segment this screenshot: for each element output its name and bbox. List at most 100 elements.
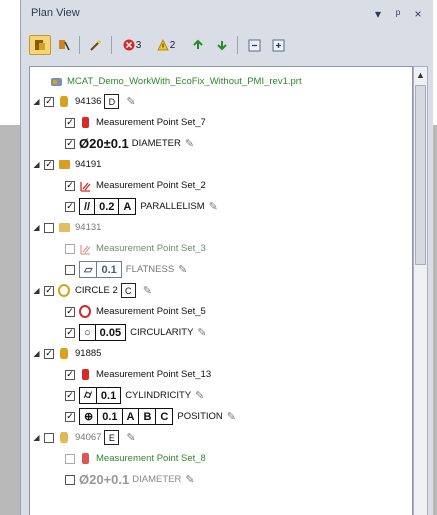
tree-item-circularity[interactable]: ✓ ○ 0.05 CIRCULARITY ✎ — [62, 322, 207, 343]
pencil-icon[interactable]: ✎ — [185, 473, 194, 486]
expand-chevron-icon[interactable]: ◢ — [32, 160, 41, 169]
expand-chevron-icon[interactable]: ◢ — [32, 349, 41, 358]
warning-filter-button[interactable]: 2 — [151, 35, 181, 55]
item-checkbox[interactable]: ✓ — [65, 180, 75, 191]
feature-control-frame: ⊕ 0.1 A B C — [79, 408, 174, 425]
item-checkbox[interactable] — [65, 453, 75, 464]
item-label: Measurement Point Set_8 — [96, 453, 206, 464]
circle-feature-icon — [58, 284, 70, 298]
item-checkbox[interactable] — [65, 474, 75, 485]
feature-control-frame: // 0.2 A — [79, 198, 137, 215]
tree-item-mps8[interactable]: Measurement Point Set_8 — [62, 448, 206, 469]
tree-item-diameter-1[interactable]: ✓ Ø20±0.1 DIAMETER ✎ — [62, 133, 194, 154]
characteristic-type: CYLINDRICITY — [125, 390, 192, 401]
node-label: 94191 — [75, 159, 102, 170]
expand-chevron-icon[interactable]: ◢ — [32, 97, 41, 106]
tree-item-diameter-2[interactable]: Ø20+0.1 DIAMETER ✎ — [62, 469, 195, 490]
item-checkbox[interactable] — [65, 264, 75, 275]
pencil-icon[interactable]: ✎ — [185, 137, 194, 150]
scroll-thumb[interactable] — [415, 85, 426, 265]
pencil-icon[interactable]: ✎ — [197, 326, 206, 339]
tree-node-94136[interactable]: ◢ ✓ 94136 D ✎ — [32, 91, 136, 112]
item-checkbox[interactable]: ✓ — [65, 117, 75, 128]
tool-feature-view-icon[interactable] — [29, 35, 51, 55]
expand-chevron-icon[interactable]: ◢ — [32, 223, 41, 232]
part-icon — [50, 75, 62, 89]
node-checkbox[interactable]: ✓ — [44, 159, 54, 170]
tree-item-mps7[interactable]: ✓ Measurement Point Set_7 — [62, 112, 206, 133]
warning-count: 2 — [169, 39, 176, 51]
node-checkbox[interactable]: ✓ — [44, 96, 54, 107]
move-up-icon[interactable] — [187, 35, 209, 55]
datum-ref: A — [123, 200, 132, 213]
warning-icon — [157, 39, 169, 51]
pencil-icon[interactable]: ✎ — [143, 284, 152, 297]
scroll-up-icon[interactable]: ▲ — [416, 69, 425, 81]
panel-toolbar: 3 2 — [21, 28, 434, 60]
expand-chevron-icon[interactable]: ◢ — [32, 286, 41, 295]
tree-node-94067[interactable]: ◢ 94067 E ✎ — [32, 427, 136, 448]
datum-tag: E — [104, 430, 120, 445]
pencil-icon[interactable]: ✎ — [126, 95, 135, 108]
tree-item-parallelism[interactable]: ✓ // 0.2 A PARALLELISM ✎ — [62, 196, 218, 217]
collapse-all-icon[interactable] — [243, 35, 265, 55]
node-checkbox[interactable] — [44, 432, 54, 443]
item-label: Measurement Point Set_2 — [96, 180, 206, 191]
pencil-icon[interactable]: ✎ — [209, 200, 218, 213]
tree-item-mps2[interactable]: ✓ Measurement Point Set_2 — [62, 175, 206, 196]
item-checkbox[interactable]: ✓ — [65, 411, 75, 422]
item-checkbox[interactable]: ✓ — [65, 390, 75, 401]
item-checkbox[interactable]: ✓ — [65, 369, 75, 380]
tree-scrollbar[interactable]: ▲ — [413, 66, 428, 515]
node-label: 94131 — [75, 222, 102, 233]
toolbar-separator — [79, 36, 80, 54]
expand-all-icon[interactable] — [267, 35, 289, 55]
node-checkbox[interactable] — [44, 222, 54, 233]
toolbar-separator — [237, 36, 238, 54]
node-checkbox[interactable]: ✓ — [44, 348, 54, 359]
cylinder-gold-icon — [58, 95, 70, 109]
tree-node-94131[interactable]: ◢ 94131 — [32, 217, 101, 238]
item-checkbox[interactable]: ✓ — [65, 306, 75, 317]
dimension-value: Ø20+0.1 — [79, 472, 130, 487]
tree-item-flatness[interactable]: ▱ 0.1 FLATNESS ✎ — [62, 259, 187, 280]
node-checkbox[interactable]: ✓ — [44, 285, 54, 296]
tree-root[interactable]: MCAT_Demo_WorkWith_EcoFix_Without_PMI_re… — [50, 71, 302, 92]
feature-control-frame: ⌭ 0.1 — [79, 387, 122, 404]
pin-icon[interactable]: ᵖ — [389, 4, 407, 24]
pencil-icon[interactable]: ✎ — [227, 410, 236, 423]
tree-item-mps3[interactable]: Measurement Point Set_3 — [62, 238, 206, 259]
error-filter-button[interactable]: 3 — [117, 35, 147, 55]
tolerance-value: 0.1 — [100, 389, 117, 402]
tree-node-circle2[interactable]: ◢ ✓ CIRCLE 2 C ✎ — [32, 280, 152, 301]
move-down-icon[interactable] — [211, 35, 233, 55]
item-checkbox[interactable]: ✓ — [65, 327, 75, 338]
measurement-set-scan-icon — [79, 179, 91, 193]
cylinder-gold-icon — [58, 431, 70, 445]
close-icon[interactable]: × — [409, 4, 427, 24]
panel-titlebar: Plan View ▾ ᵖ × — [21, 0, 434, 28]
item-label: Measurement Point Set_7 — [96, 117, 206, 128]
plan-tree: MCAT_Demo_WorkWith_EcoFix_Without_PMI_re… — [29, 66, 413, 515]
tree-item-cylindricity[interactable]: ✓ ⌭ 0.1 CYLINDRICITY ✎ — [62, 385, 204, 406]
tree-item-mps13[interactable]: ✓ Measurement Point Set_13 — [62, 364, 211, 385]
node-label: 94067 — [75, 432, 102, 443]
tool-wand-icon[interactable] — [85, 35, 107, 55]
tree-item-position[interactable]: ✓ ⊕ 0.1 A B C POSITION ✎ — [62, 406, 236, 427]
expand-chevron-icon[interactable]: ◢ — [32, 433, 41, 442]
measurement-set-scan-icon — [79, 242, 91, 256]
tool-characteristic-view-icon[interactable] — [53, 35, 75, 55]
pencil-icon[interactable]: ✎ — [195, 389, 204, 402]
root-label: MCAT_Demo_WorkWith_EcoFix_Without_PMI_re… — [67, 76, 302, 87]
panel-menu-chevron-icon[interactable]: ▾ — [369, 4, 387, 24]
tree-node-94191[interactable]: ◢ ✓ 94191 — [32, 154, 101, 175]
item-checkbox[interactable]: ✓ — [65, 138, 75, 149]
pencil-icon[interactable]: ✎ — [178, 263, 187, 276]
item-checkbox[interactable]: ✓ — [65, 201, 75, 212]
tolerance-value: 0.1 — [98, 409, 123, 424]
tree-item-mps5[interactable]: ✓ Measurement Point Set_5 — [62, 301, 206, 322]
item-checkbox[interactable] — [65, 243, 75, 254]
error-count: 3 — [135, 39, 142, 51]
pencil-icon[interactable]: ✎ — [126, 431, 135, 444]
tree-node-91885[interactable]: ◢ ✓ 91885 — [32, 343, 101, 364]
